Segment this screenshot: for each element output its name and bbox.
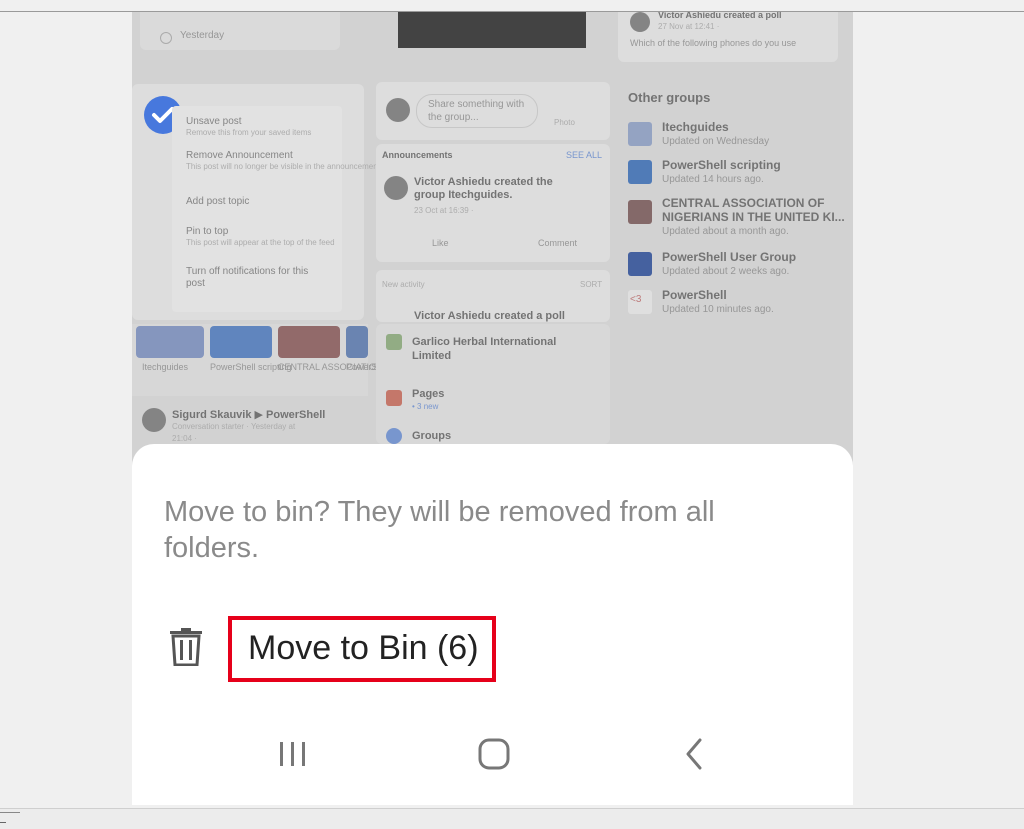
trash-icon[interactable] <box>170 628 202 667</box>
recents-icon[interactable] <box>278 734 308 774</box>
bottom-tick <box>0 822 6 823</box>
move-to-bin-button[interactable]: Move to Bin (6) <box>248 628 479 668</box>
home-icon[interactable] <box>478 734 510 774</box>
bottom-sheet: Move to bin? They will be removed from a… <box>132 444 853 805</box>
confirm-message: Move to bin? They will be removed from a… <box>164 496 715 564</box>
bottom-mark <box>0 812 20 813</box>
phone-screen: Yesterday Unsave post Remove this from y… <box>132 12 853 805</box>
bottom-strip <box>0 808 1024 829</box>
back-icon[interactable] <box>684 734 704 774</box>
